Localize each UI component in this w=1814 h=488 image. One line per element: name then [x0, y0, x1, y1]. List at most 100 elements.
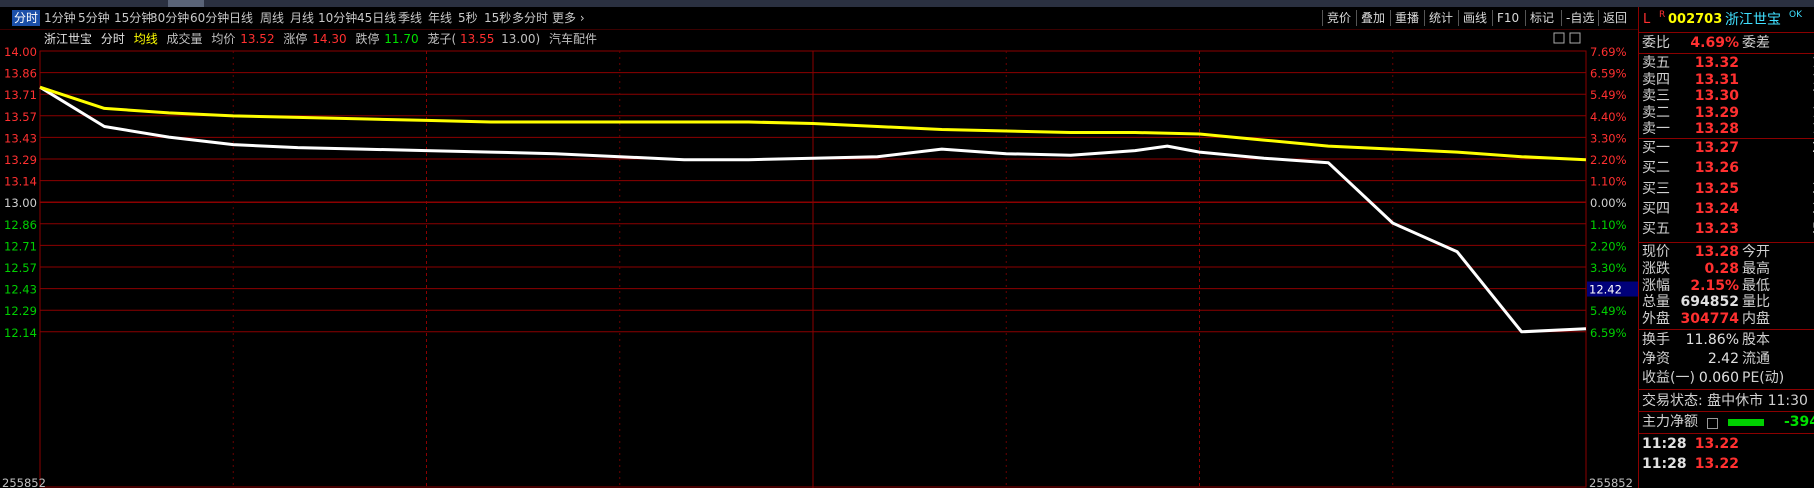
title-strip-highlight [168, 0, 204, 7]
period-0[interactable]: 分时 [12, 10, 41, 26]
period-16[interactable]: 更多 › [552, 10, 585, 26]
volume-axis-right: 255852 [1589, 476, 1633, 488]
intraday-chart[interactable]: 14.00 13.86 13.71 13.57 13.43 13.29 13.14 13.00… [0, 30, 1638, 488]
period-13[interactable]: 5秒 [458, 10, 478, 26]
window-icon[interactable] [1569, 32, 1581, 44]
toolbar-btn-7[interactable]: -自选 [1561, 10, 1594, 26]
main-flow-label: 主力净额 [1642, 414, 1698, 430]
tick-price: 13.22 [1694, 436, 1739, 452]
main-flow-row[interactable]: 主力净额 -394 [1639, 414, 1814, 431]
bid-row: 买五13.235 [1639, 221, 1814, 238]
stat-value: 694852 [1680, 294, 1739, 311]
y-left-label: 12.86 [4, 218, 37, 232]
code-prefix: L [1643, 12, 1651, 27]
period-10[interactable]: 45日线 [357, 10, 396, 26]
y-left-label: 12.71 [4, 239, 37, 253]
stat-label-2: 今开 [1742, 244, 1770, 260]
toolbar-btn-3[interactable]: 统计 [1424, 10, 1453, 26]
stat2-label-2: 流通 [1742, 351, 1770, 367]
info-sector-label: 茏子( [427, 32, 457, 46]
stock-header: L R 002703 浙江世宝 OK [1639, 10, 1814, 30]
zoom-icon[interactable] [1553, 32, 1565, 44]
period-8[interactable]: 月线 [290, 10, 314, 26]
stat2-row: 换手 11.86% 股本 [1639, 332, 1814, 349]
bid-row: 买二 13.26 [1639, 160, 1814, 177]
stat2-label: 净资 [1642, 351, 1670, 367]
stat-row: 涨跌 0.28 最高 [1639, 261, 1814, 278]
stat-label-2: 内盘 [1742, 311, 1770, 328]
y-left-label: 13.57 [4, 110, 37, 124]
bid-price: 13.27 [1694, 140, 1739, 156]
stock-name[interactable]: 浙江世宝 [1725, 10, 1781, 30]
ask-price: 13.31 [1694, 71, 1739, 88]
stat-label: 外盘 [1642, 311, 1670, 328]
y-left-label: 12.57 [4, 261, 37, 275]
ask-row: 卖四13.311 [1639, 72, 1814, 89]
stat2-label: 收益(一) [1642, 370, 1695, 386]
divider [1639, 329, 1814, 330]
period-4[interactable]: 30分钟 [150, 10, 189, 26]
toolbar-btn-8[interactable]: 返回 [1598, 10, 1627, 26]
y-left-label: 13.71 [4, 88, 37, 102]
period-6[interactable]: 日线 [229, 10, 253, 26]
y-left-label: 13.43 [4, 131, 37, 145]
ratio-label: 委比 [1642, 35, 1670, 51]
y-left-label: 12.29 [4, 304, 37, 318]
info-mode[interactable]: 分时 [101, 32, 125, 46]
bid-price: 13.23 [1694, 221, 1739, 238]
ask-price: 13.28 [1694, 121, 1739, 137]
stock-name-sup: OK [1789, 10, 1802, 20]
period-7[interactable]: 周线 [260, 10, 284, 26]
period-11[interactable]: 季线 [398, 10, 422, 26]
period-14[interactable]: 15秒 [484, 10, 511, 26]
ask-label: 卖一 [1642, 121, 1670, 137]
divider [1639, 389, 1814, 390]
period-2[interactable]: 5分钟 [78, 10, 110, 26]
ask-price: 13.32 [1694, 55, 1739, 71]
main-flow-value: -394 [1784, 414, 1814, 430]
y-left-label: 13.14 [4, 175, 37, 189]
ask-row: 卖三13.307 [1639, 88, 1814, 105]
ask-row: 卖二13.291 [1639, 105, 1814, 122]
toolbar-btn-6[interactable]: 标记 [1525, 10, 1554, 26]
ask-label: 卖五 [1642, 55, 1670, 71]
stat2-label-2: 股本 [1742, 332, 1770, 348]
toolbar-btn-0[interactable]: 竞价 [1322, 10, 1351, 26]
stat-label: 现价 [1642, 244, 1670, 260]
y-right-label: 3.30% [1590, 131, 1627, 145]
period-9[interactable]: 10分钟 [318, 10, 357, 26]
cursor-price: 12.42 [1589, 283, 1622, 297]
stat-value: 304774 [1680, 311, 1739, 328]
toolbar-btn-1[interactable]: 叠加 [1356, 10, 1385, 26]
ask-row: 卖五13.321 [1639, 55, 1814, 72]
info-sector-value: 13.55 [459, 32, 495, 46]
toolbar-btn-2[interactable]: 重播 [1390, 10, 1419, 26]
stock-code[interactable]: 002703 [1668, 10, 1722, 30]
info-limit-up-value: 14.30 [312, 32, 347, 46]
toolbar-btn-5[interactable]: F10 [1492, 10, 1519, 26]
settings-icon[interactable] [1707, 418, 1718, 429]
info-avg-line[interactable]: 均线 [134, 32, 158, 46]
divider [1639, 433, 1814, 434]
info-industry[interactable]: 汽车配件 [549, 32, 597, 46]
period-5[interactable]: 60分钟 [190, 10, 229, 26]
y-left-label: 12.43 [4, 283, 37, 297]
volume-axis-left: 255852 [2, 476, 46, 488]
bid-label: 买三 [1642, 180, 1670, 197]
toolbar-btn-4[interactable]: 画线 [1458, 10, 1487, 26]
stat-value: 13.28 [1694, 244, 1739, 260]
y-right-label: 2.20% [1590, 153, 1627, 167]
period-15[interactable]: 多分时 [512, 10, 548, 26]
info-volume[interactable]: 成交量 [167, 32, 203, 46]
stat2-row: 收益(一) 0.060 PE(动) [1639, 370, 1814, 387]
divider [1639, 242, 1814, 243]
stat-row: 现价 13.28 今开 [1639, 244, 1814, 261]
y-right-label: 6.59% [1590, 67, 1627, 81]
y-right-label: 0.00% [1590, 196, 1627, 210]
period-1[interactable]: 1分钟 [44, 10, 76, 26]
info-avg-value: 13.52 [240, 32, 275, 46]
stat2-value: 11.86% [1685, 332, 1739, 348]
trade-status: 交易状态: 盘中休市 11:30 [1642, 393, 1808, 409]
period-12[interactable]: 年线 [428, 10, 452, 26]
period-3[interactable]: 15分钟 [114, 10, 153, 26]
